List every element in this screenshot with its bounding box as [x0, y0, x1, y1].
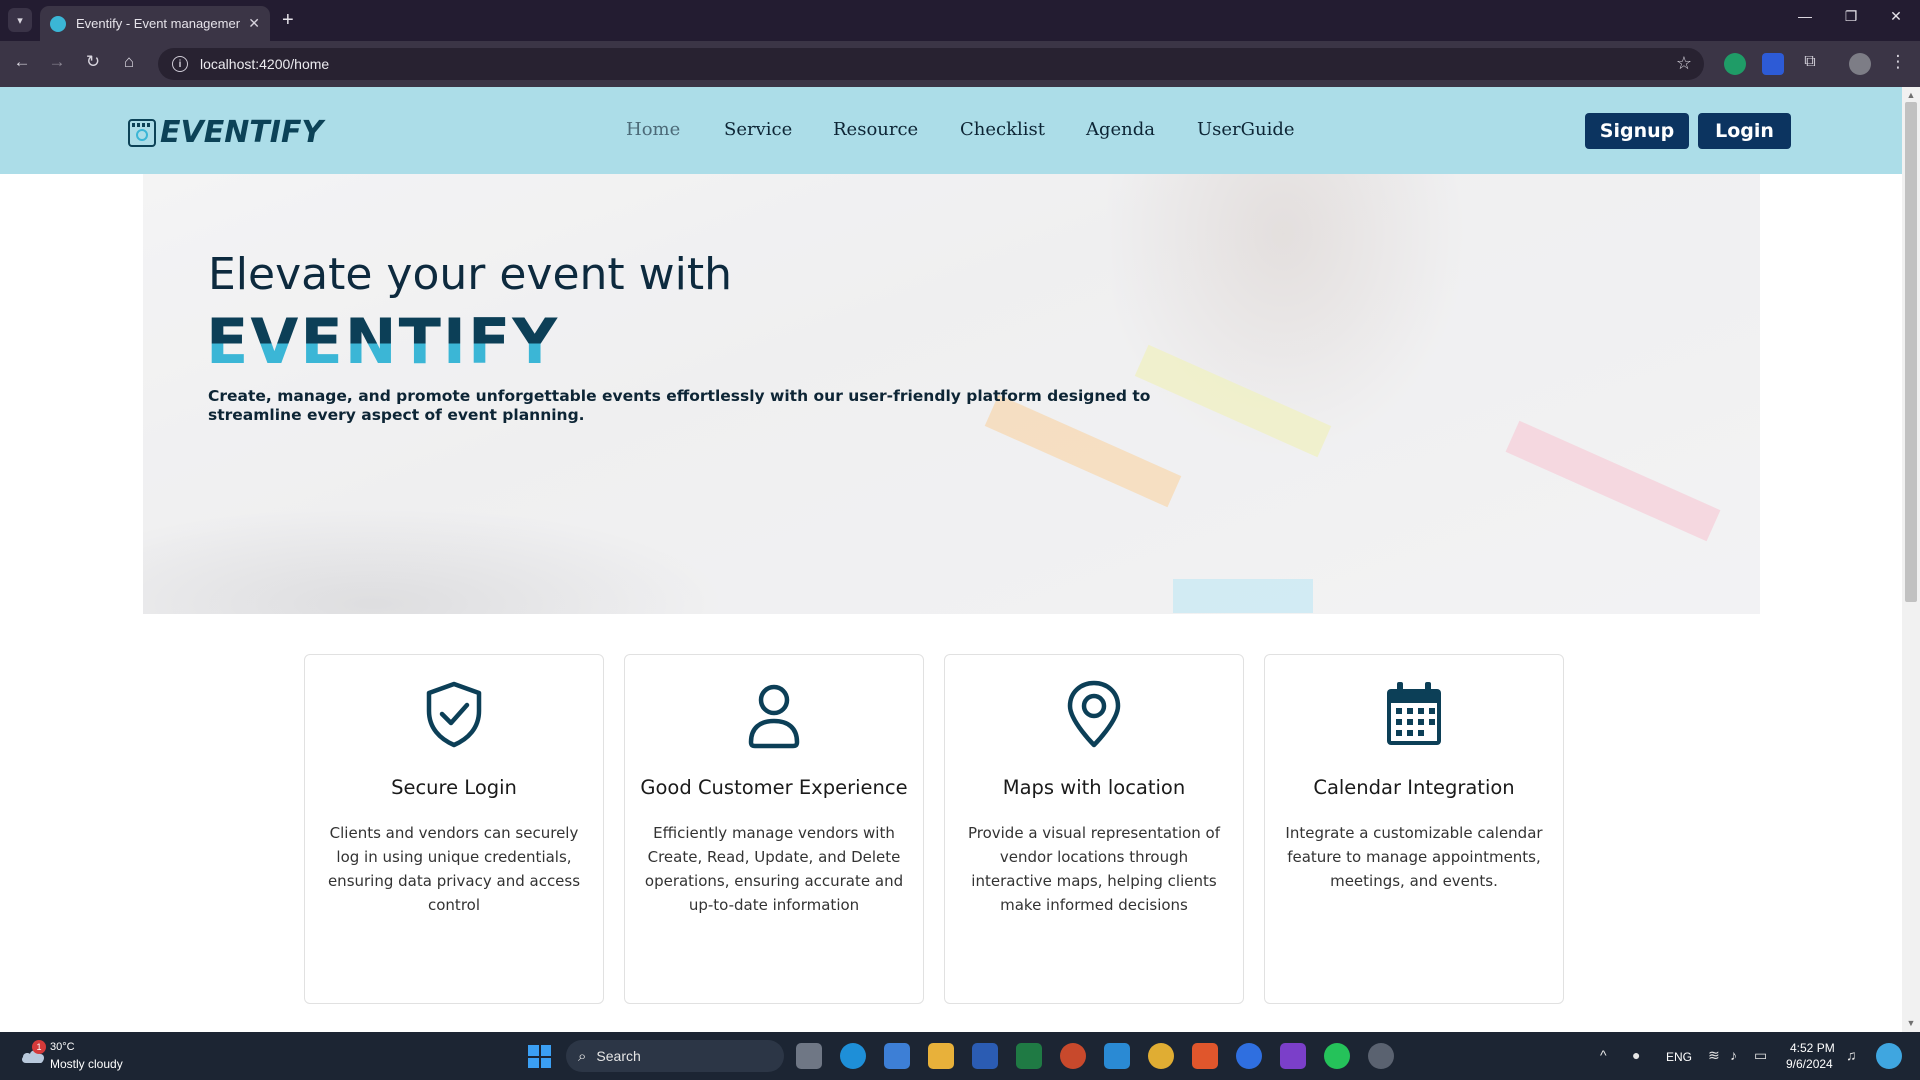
weather-badge: 1 [32, 1040, 46, 1054]
vscode-icon[interactable] [1104, 1043, 1130, 1069]
browser-tab[interactable]: Eventify - Event management s ✕ [40, 6, 270, 41]
feature-desc: Clients and vendors can securely log in … [327, 824, 581, 914]
microphone-icon[interactable]: ● [1632, 1047, 1640, 1063]
nav-service[interactable]: Service [724, 119, 792, 140]
feature-card-maps: Maps with location Provide a visual repr… [944, 654, 1244, 1004]
browser-tab-bar: ▾ Eventify - Event management s ✕ + — ❐ … [0, 0, 1920, 41]
forward-icon[interactable]: → [45, 52, 69, 72]
tab-close-icon[interactable]: ✕ [248, 15, 260, 32]
feature-card-calendar: Calendar Integration Integrate a customi… [1264, 654, 1564, 1004]
feature-title: Calendar Integration [1313, 776, 1515, 799]
media-player-icon[interactable] [1280, 1043, 1306, 1069]
scroll-down-icon[interactable]: ▼ [1905, 1018, 1917, 1028]
feature-title: Maps with location [1002, 776, 1186, 799]
nav-resource[interactable]: Resource [833, 119, 918, 140]
tab-title: Eventify - Event management s [76, 16, 241, 31]
taskbar-search-label: Search [596, 1048, 641, 1064]
taskbar: 1 30°C Mostly cloudy ⌕ Search ^ ● ENG ≋ … [0, 1032, 1920, 1080]
excel-icon[interactable] [1016, 1043, 1042, 1069]
weather-temp: 30°C [50, 1041, 75, 1053]
restore-icon[interactable]: ❐ [1831, 8, 1871, 25]
wifi-icon[interactable]: ≋ [1708, 1047, 1720, 1064]
profile-avatar[interactable] [1849, 53, 1871, 75]
shield-check-icon [426, 681, 482, 748]
hero-banner: Elevate your event with EVENTIFY Create,… [143, 174, 1760, 614]
volume-icon[interactable]: ♪ [1730, 1047, 1737, 1063]
scrollbar-thumb[interactable] [1905, 102, 1917, 602]
logo-calendar-icon [128, 118, 156, 147]
feature-title: Good Customer Experience [640, 776, 908, 799]
nav-home[interactable]: Home [626, 119, 680, 140]
home-icon[interactable]: ⌂ [117, 52, 141, 72]
new-tab-icon[interactable]: + [282, 9, 294, 31]
back-icon[interactable]: ← [10, 52, 34, 72]
nav-agenda[interactable]: Agenda [1086, 119, 1155, 140]
language-indicator[interactable]: ENG [1666, 1050, 1692, 1064]
feature-title: Secure Login [391, 776, 517, 799]
site-logo[interactable]: EVENTIFY [128, 115, 323, 150]
task-view-icon[interactable] [796, 1043, 822, 1069]
start-windows-icon[interactable] [528, 1045, 551, 1068]
obs-icon[interactable] [1368, 1043, 1394, 1069]
login-button[interactable]: Login [1698, 113, 1791, 149]
user-icon [748, 684, 800, 749]
scroll-up-icon[interactable]: ▲ [1905, 90, 1917, 100]
search-icon: ⌕ [578, 1047, 587, 1065]
calendar-icon [1387, 682, 1441, 745]
nav-checklist[interactable]: Checklist [960, 119, 1045, 140]
feature-card-customer-experience: Good Customer Experience Efficiently man… [624, 654, 924, 1004]
powerpoint-icon[interactable] [1060, 1043, 1086, 1069]
weather-desc: Mostly cloudy [50, 1057, 123, 1071]
brave-icon[interactable] [1192, 1043, 1218, 1069]
address-bar[interactable]: i localhost:4200/home ☆ [158, 48, 1704, 80]
window-close-icon[interactable]: ✕ [1876, 8, 1916, 25]
chrome-icon[interactable] [1148, 1043, 1174, 1069]
zoom-icon[interactable] [1236, 1043, 1262, 1069]
notification-bell-icon[interactable]: ♫ [1846, 1047, 1857, 1063]
bookmark-star-icon[interactable]: ☆ [1676, 53, 1692, 74]
map-pin-icon [1067, 680, 1121, 748]
hero-heading: Elevate your event with [208, 249, 732, 300]
logo-text: EVENTIFY [160, 115, 324, 150]
taskbar-search[interactable]: ⌕ Search [566, 1040, 784, 1072]
tray-overflow-chevron-icon[interactable]: ^ [1600, 1047, 1607, 1063]
feature-desc: Efficiently manage vendors with Create, … [644, 824, 904, 914]
store-icon[interactable] [884, 1043, 910, 1069]
browser-toolbar: ← → ↻ ⌂ i localhost:4200/home ☆ ⧉ ⋮ [0, 41, 1920, 87]
minimize-icon[interactable]: — [1785, 8, 1825, 24]
url-text: localhost:4200/home [200, 56, 330, 72]
extensions-puzzle-icon[interactable]: ⧉ [1799, 53, 1821, 75]
site-navbar: EVENTIFY Home Service Resource Checklist… [0, 87, 1902, 174]
grammarly-extension-icon[interactable] [1724, 53, 1746, 75]
file-explorer-icon[interactable] [928, 1043, 954, 1069]
battery-icon[interactable]: ▭ [1754, 1047, 1767, 1064]
nav-userguide[interactable]: UserGuide [1197, 119, 1295, 140]
edge-browser-icon[interactable] [840, 1043, 866, 1069]
feature-desc: Integrate a customizable calendar featur… [1285, 824, 1543, 890]
menu-kebab-icon[interactable]: ⋮ [1886, 52, 1910, 72]
extension-icon[interactable] [1762, 53, 1784, 75]
signup-button[interactable]: Signup [1585, 113, 1689, 149]
tab-favicon-icon [50, 15, 66, 32]
clock-time[interactable]: 4:52 PM [1790, 1041, 1835, 1055]
feature-card-secure-login: Secure Login Clients and vendors can sec… [304, 654, 604, 1004]
hero-subtitle: Create, manage, and promote unforgettabl… [208, 387, 1151, 424]
feature-desc: Provide a visual representation of vendo… [967, 824, 1221, 914]
clock-date[interactable]: 9/6/2024 [1786, 1057, 1833, 1071]
hero-brand: EVENTIFY [206, 305, 560, 378]
site-info-icon[interactable]: i [172, 56, 188, 72]
word-icon[interactable] [972, 1043, 998, 1069]
copilot-icon[interactable] [1876, 1043, 1902, 1069]
tab-search-dropdown-icon[interactable]: ▾ [8, 8, 32, 32]
reload-icon[interactable]: ↻ [81, 52, 105, 72]
whatsapp-icon[interactable] [1324, 1043, 1350, 1069]
